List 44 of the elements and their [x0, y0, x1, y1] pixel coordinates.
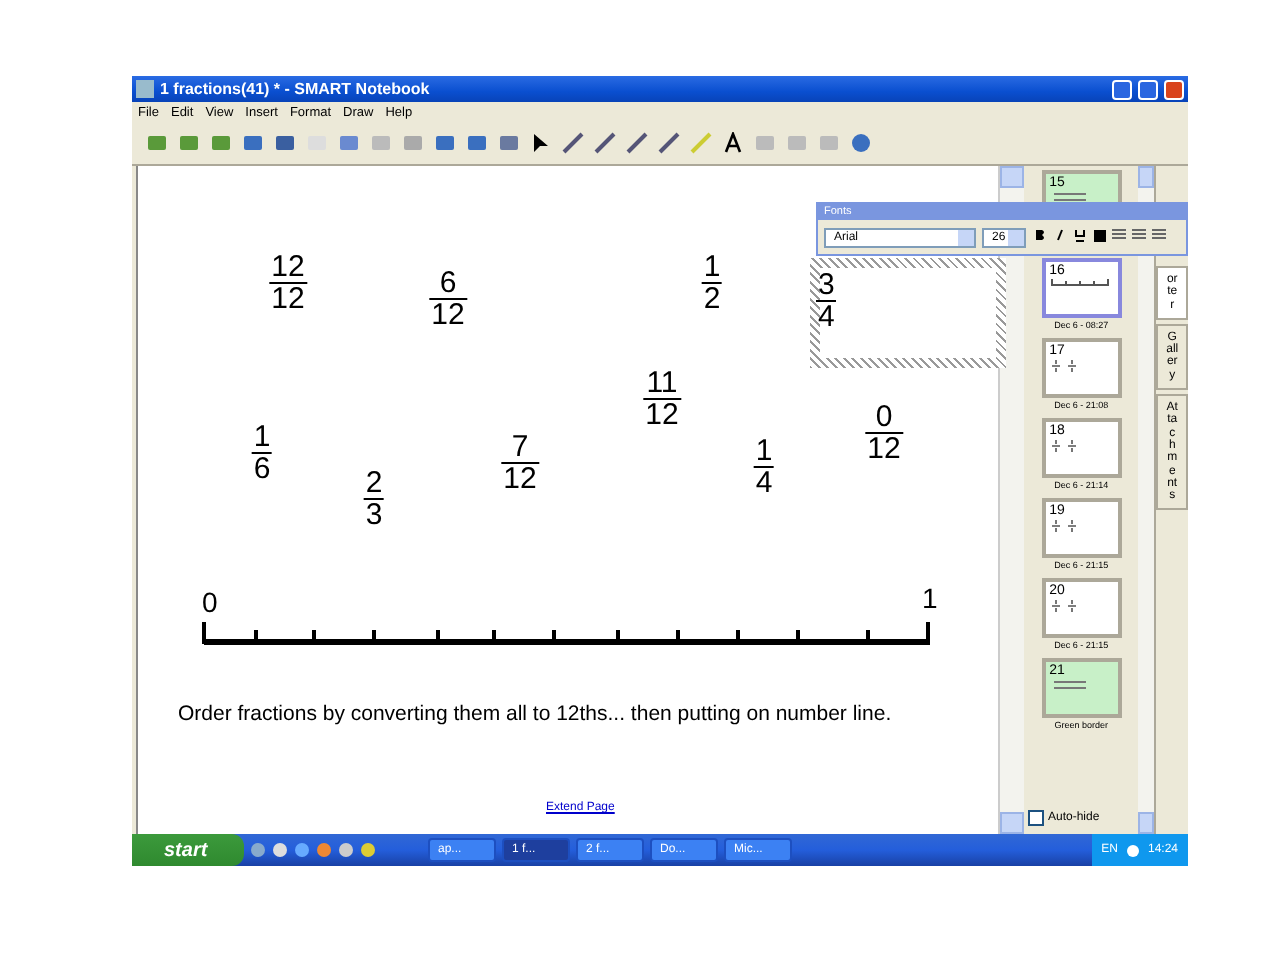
start-button[interactable]: start [132, 834, 244, 866]
fractions-drawing [1049, 438, 1078, 454]
instruction-text: Order fractions by converting them all to 12ths... then putting on number line. [178, 702, 892, 726]
fractions-drawing [1049, 358, 1078, 374]
number-line-end: 1 [922, 582, 938, 614]
italic-icon[interactable] [1052, 228, 1066, 246]
minimize-button[interactable] [1112, 79, 1132, 99]
number-line-start: 0 [202, 586, 218, 618]
text-icon[interactable] [720, 131, 744, 155]
fraction-denominator: 4 [818, 302, 835, 332]
fraction-denominator: 4 [755, 468, 773, 498]
fraction-numerator: 3 [818, 270, 835, 300]
restore-button[interactable] [1138, 79, 1158, 99]
fraction-denominator: 12 [867, 434, 901, 464]
fraction-numerator: 2 [365, 468, 383, 498]
fractions-drawing [1049, 518, 1078, 534]
number-line-drawing [1049, 278, 1110, 286]
fraction-numerator: 11 [646, 368, 678, 398]
close-button[interactable] [1164, 79, 1184, 99]
cursor-icon[interactable] [528, 131, 552, 155]
fraction-numerator: 0 [875, 402, 893, 432]
fraction-numerator: 1 [703, 252, 721, 282]
fraction-numerator: 7 [511, 432, 529, 462]
fraction-numerator: 1 [253, 422, 271, 452]
bold-icon[interactable] [1032, 228, 1046, 246]
line-icon[interactable] [656, 131, 680, 155]
window-title: 1 fractions(41) * - SMART Notebook [160, 80, 432, 98]
fraction-denominator: 12 [503, 464, 537, 494]
fraction-denominator: 3 [365, 500, 383, 530]
fraction-numerator: 6 [439, 268, 457, 298]
fraction-numerator: 1 [755, 436, 773, 466]
fractions-drawing [1049, 598, 1078, 614]
fraction-denominator: 12 [431, 300, 465, 330]
underline-icon[interactable] [1072, 228, 1086, 246]
lines-drawing [1049, 190, 1090, 202]
auto-hide-checkbox[interactable] [1028, 810, 1044, 826]
pen-icon[interactable] [560, 131, 584, 155]
fraction-denominator: 12 [271, 284, 305, 314]
lines-drawing [1049, 678, 1090, 690]
fraction-numerator: 12 [271, 252, 305, 282]
fraction-denominator: 12 [645, 400, 679, 430]
fraction-denominator: 6 [253, 454, 271, 484]
color-icon[interactable] [1092, 229, 1106, 245]
fraction-denominator: 2 [703, 284, 721, 314]
